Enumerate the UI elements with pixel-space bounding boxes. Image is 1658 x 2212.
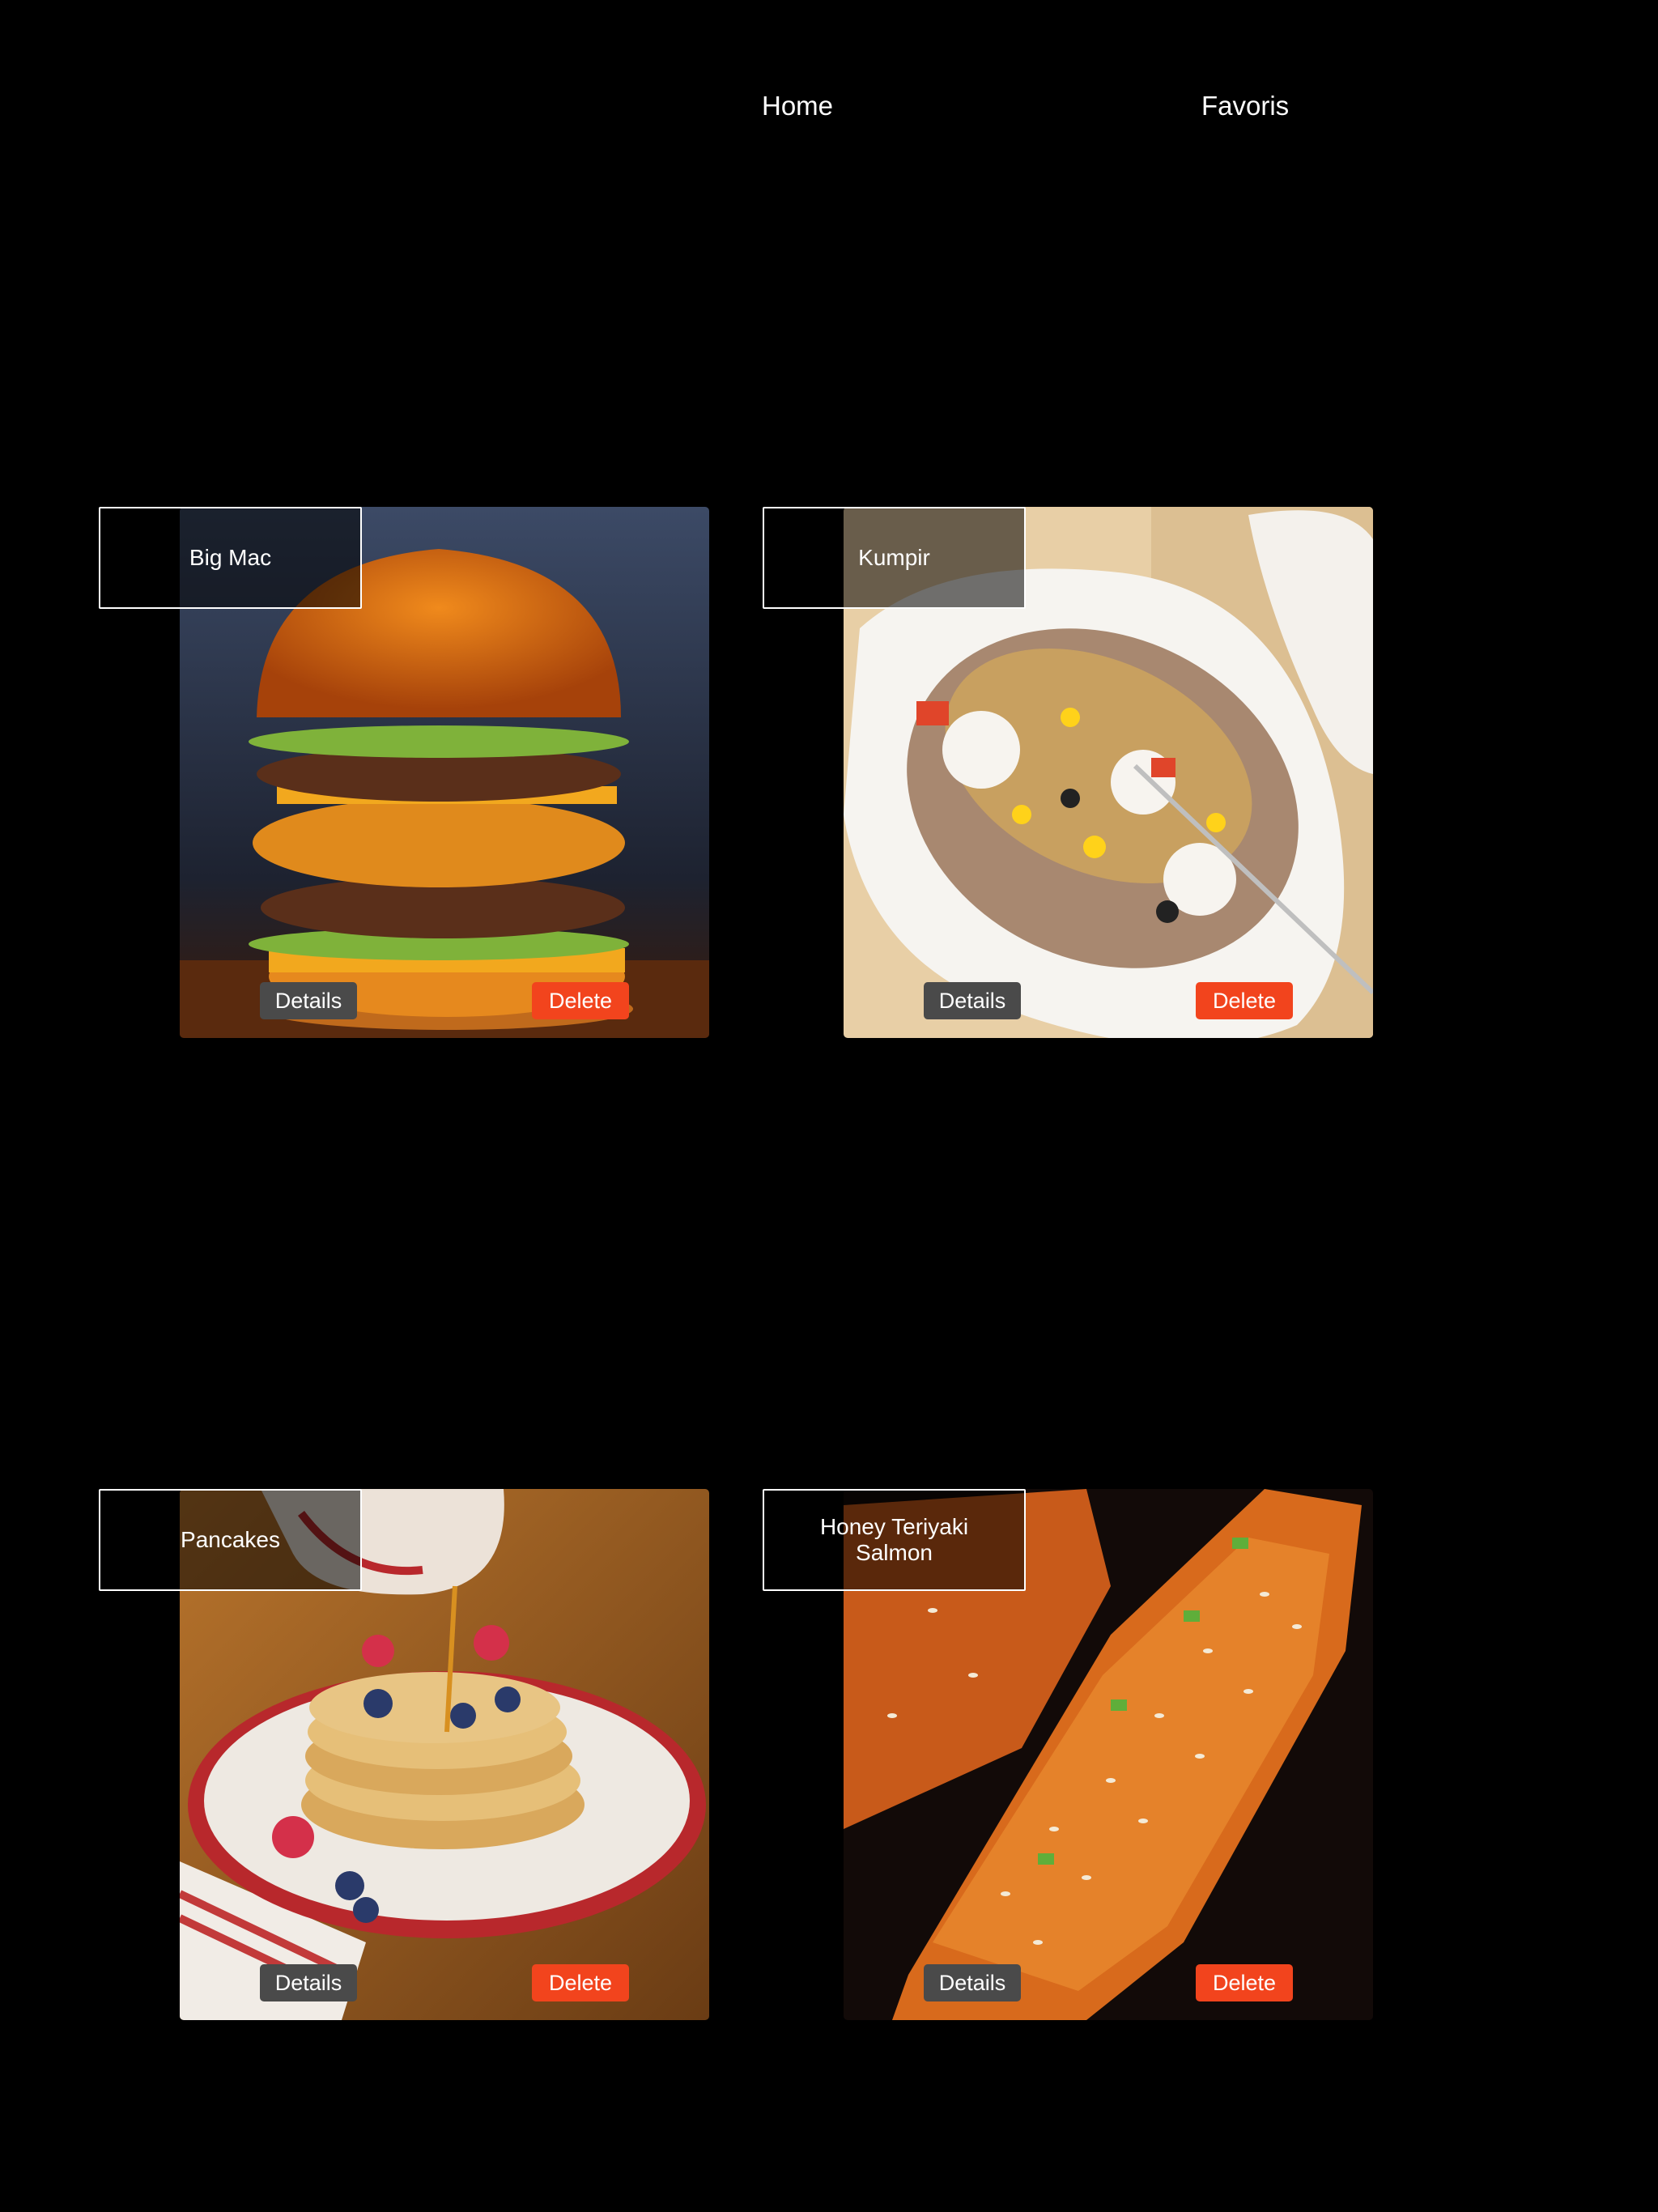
nav-home-link[interactable]: Home (762, 91, 833, 121)
recipe-title: Honey Teriyaki Salmon (763, 1489, 1026, 1591)
recipe-card: Honey Teriyaki Salmon Details Delete (763, 1489, 1507, 2020)
delete-button[interactable]: Delete (532, 982, 629, 1019)
recipe-card: Pancakes Details Delete (99, 1489, 844, 2020)
details-button[interactable]: Details (260, 982, 357, 1019)
delete-button[interactable]: Delete (1196, 982, 1293, 1019)
delete-button[interactable]: Delete (1196, 1964, 1293, 2001)
recipe-title: Kumpir (763, 507, 1026, 609)
recipe-card: Kumpir Details Delete (763, 507, 1507, 1038)
top-nav: Home Favoris (0, 91, 1658, 126)
recipe-card: Big Mac Details Delete (99, 507, 844, 1038)
details-button[interactable]: Details (260, 1964, 357, 2001)
delete-button[interactable]: Delete (532, 1964, 629, 2001)
recipe-title: Big Mac (99, 507, 362, 609)
details-button[interactable]: Details (924, 1964, 1021, 2001)
details-button[interactable]: Details (924, 982, 1021, 1019)
nav-favorites-link[interactable]: Favoris (1201, 91, 1289, 121)
recipe-title: Pancakes (99, 1489, 362, 1591)
